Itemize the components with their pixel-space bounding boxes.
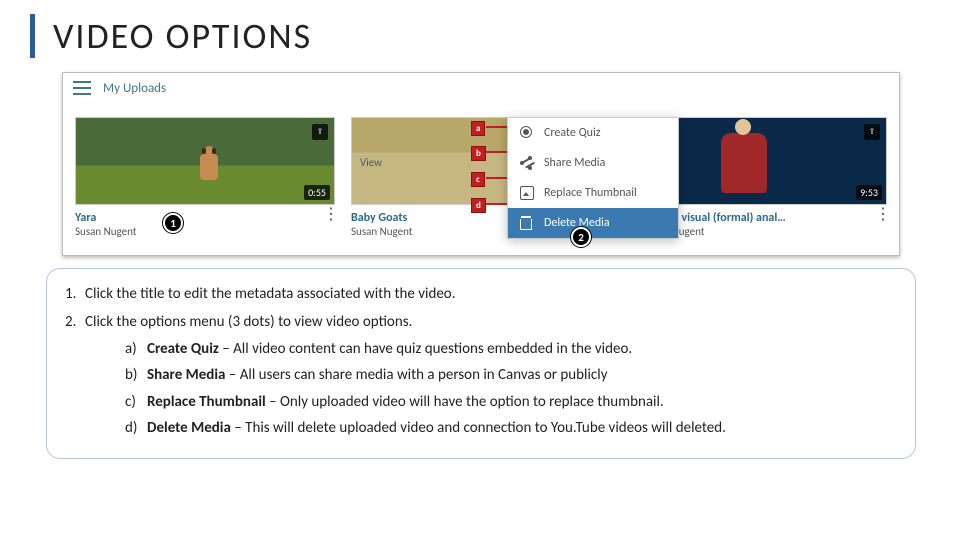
trash-icon bbox=[520, 216, 534, 230]
dog-figure bbox=[200, 154, 218, 180]
view-label: View bbox=[360, 156, 382, 169]
instruction-1: Click the title to edit the metadata ass… bbox=[65, 285, 897, 303]
upload-badge-icon: ⇪ bbox=[312, 124, 328, 140]
share-icon bbox=[520, 156, 534, 170]
hamburger-icon[interactable] bbox=[73, 81, 91, 95]
text: – All video content can have quiz questi… bbox=[219, 340, 632, 358]
video-author: Susan Nugent bbox=[75, 225, 136, 238]
quiz-icon bbox=[520, 126, 534, 140]
video-duration: 0:55 bbox=[304, 185, 330, 200]
instruction-2d: Delete Media – This will delete uploaded… bbox=[125, 418, 897, 438]
panel-header: My Uploads bbox=[63, 73, 899, 103]
instruction-2-text: Click the options menu (3 dots) to view … bbox=[85, 313, 412, 331]
options-menu-button[interactable]: ⋮ bbox=[323, 211, 335, 219]
video-options-menu: Create Quiz Share Media Replace Thumbnai… bbox=[507, 117, 679, 239]
video-title[interactable]: Baby Goats bbox=[351, 211, 412, 225]
menu-item-label: Replace Thumbnail bbox=[544, 186, 637, 200]
painting-figure bbox=[721, 133, 767, 193]
text: – All users can share media with a perso… bbox=[225, 366, 607, 384]
panel-title: My Uploads bbox=[103, 81, 166, 96]
title-accent-bar bbox=[30, 14, 35, 58]
label: Share Media bbox=[147, 366, 225, 384]
instructions-box: Click the title to edit the metadata ass… bbox=[46, 268, 916, 459]
menu-item-replace-thumbnail[interactable]: Replace Thumbnail bbox=[508, 178, 678, 208]
callout-line bbox=[486, 177, 508, 179]
my-uploads-panel: My Uploads ⇪ 0:55 Yara Susan Nugent ⋮ Vi… bbox=[62, 72, 900, 256]
callout-letter-a: a bbox=[471, 121, 485, 136]
instruction-2a: Create Quiz – All video content can have… bbox=[125, 339, 897, 359]
video-author: Susan Nugent bbox=[351, 225, 412, 238]
menu-item-delete-media[interactable]: Delete Media bbox=[508, 208, 678, 238]
callout-line bbox=[486, 126, 508, 128]
callout-letter-d: d bbox=[471, 198, 486, 213]
thumbnail-icon bbox=[520, 186, 534, 200]
menu-item-share-media[interactable]: Share Media bbox=[508, 148, 678, 178]
video-thumbnail[interactable]: ⇪ 0:55 bbox=[75, 117, 335, 205]
label: Create Quiz bbox=[147, 340, 219, 358]
instruction-2: Click the options menu (3 dots) to view … bbox=[65, 313, 897, 438]
callout-letter-b: b bbox=[471, 146, 486, 161]
label: Replace Thumbnail bbox=[147, 393, 266, 411]
text: – Only uploaded video will have the opti… bbox=[266, 393, 664, 411]
options-menu-button[interactable]: ⋮ bbox=[875, 211, 887, 219]
instruction-2b: Share Media – All users can share media … bbox=[125, 365, 897, 385]
video-duration: 9:53 bbox=[856, 185, 882, 200]
video-card: ⇪ 0:55 Yara Susan Nugent ⋮ bbox=[75, 117, 335, 238]
upload-badge-icon: ⇪ bbox=[864, 124, 880, 140]
callout-number-2: 2 bbox=[571, 227, 591, 247]
callout-line bbox=[486, 151, 508, 153]
callout-number-1: 1 bbox=[163, 213, 183, 233]
slide-title-wrap: VIDEO OPTIONS bbox=[30, 14, 312, 58]
video-title[interactable]: Yara bbox=[75, 211, 136, 225]
label: Delete Media bbox=[147, 419, 231, 437]
menu-item-create-quiz[interactable]: Create Quiz bbox=[508, 118, 678, 148]
instruction-2c: Replace Thumbnail – Only uploaded video … bbox=[125, 392, 897, 412]
callout-letter-c: c bbox=[471, 172, 485, 187]
slide-title: VIDEO OPTIONS bbox=[53, 14, 312, 58]
callout-line bbox=[486, 203, 508, 205]
text: – This will delete uploaded video and co… bbox=[231, 419, 726, 437]
menu-item-label: Share Media bbox=[544, 156, 605, 170]
menu-item-label: Create Quiz bbox=[544, 126, 600, 140]
